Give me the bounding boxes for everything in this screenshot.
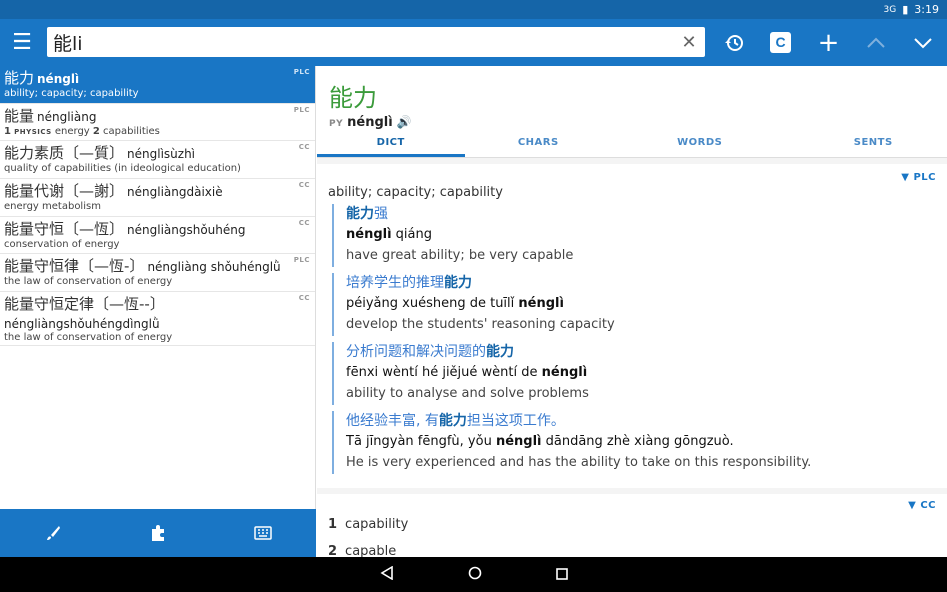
- example: 他经验丰富, 有能力担当这项工作。 Tā jīngyàn fēngfù, yǒu…: [332, 411, 936, 474]
- cc-definition: 2 capable: [328, 544, 397, 557]
- example-pinyin: fēnxi wèntí hé jiějué wèntí de nénglì: [346, 365, 588, 380]
- list-item-hanzi: 能量守恒定律: [4, 295, 95, 314]
- list-item-hanzi: 能量守恒: [4, 219, 65, 238]
- speaker-icon[interactable]: 🔊: [397, 115, 412, 129]
- add-icon[interactable]: +: [805, 19, 852, 66]
- list-item[interactable]: CC 能量代谢〔—謝〕 néngliàngdàixiè energy metabo…: [0, 179, 315, 217]
- list-item-pinyin: nénglìsùzhì: [127, 147, 196, 162]
- example-pinyin: péiyǎng xuésheng de tuīlǐ nénglì: [346, 296, 564, 311]
- list-item-pinyin: néngliàngdàixiè: [127, 185, 223, 200]
- example-chinese[interactable]: 他经验丰富, 有能力担当这项工作。: [346, 411, 936, 431]
- list-item-definition: the law of conservation of energy: [4, 332, 173, 344]
- input-mode-bar: [0, 509, 316, 557]
- list-item-definition: conservation of energy: [4, 238, 120, 250]
- list-item[interactable]: PLC 能力 nénglì ability; capacity; capabili…: [0, 66, 315, 104]
- list-item-definition: energy metabolism: [4, 201, 101, 213]
- source-badge: CC: [298, 143, 310, 152]
- list-item-traditional: 〔—恆-〕: [79, 257, 145, 276]
- pinyin-text: nénglì: [347, 115, 393, 130]
- list-item[interactable]: PLC 能量守恒律〔—恆-〕 néngliàng shǒuhénglǜ the l…: [0, 254, 315, 293]
- signal-icon: 3G: [883, 4, 897, 15]
- plc-section: ▼ PLC ability; capacity; capability 能力强 …: [317, 164, 947, 488]
- list-item-definition: 1 PHYSICS energy 2 capabilities: [4, 125, 160, 137]
- list-item[interactable]: CC 能力素质〔—質〕 nénglìsùzhì quality of capabi…: [0, 141, 315, 180]
- example: 能力强 nénglì qiáng have great ability; be …: [332, 204, 936, 267]
- keyboard-icon[interactable]: [211, 509, 316, 557]
- cc-section: ▼ CC 1 capability 2 capable: [317, 494, 947, 557]
- list-item-hanzi: 能力: [4, 69, 35, 87]
- back-icon[interactable]: [379, 565, 394, 584]
- list-item-pinyin: néngliàngshǒuhéngdìnglǜ: [4, 317, 160, 332]
- list-item-pinyin: néngliàngshǒuhéng: [127, 222, 246, 237]
- entry-tabs: DICT CHARS WORDS SENTS: [317, 132, 947, 158]
- plc-definition: ability; capacity; capability: [328, 185, 503, 200]
- list-item-definition: ability; capacity; capability: [4, 88, 139, 99]
- pinyin-label: PY: [329, 119, 344, 129]
- example-chinese[interactable]: 分析问题和解决问题的能力: [346, 342, 936, 362]
- cc-source-toggle[interactable]: ▼ CC: [328, 500, 936, 511]
- list-item-pinyin: nénglì: [37, 72, 80, 86]
- list-item-pinyin: néngliàng shǒuhénglǜ: [147, 260, 281, 275]
- source-badge: PLC: [293, 68, 310, 76]
- example-pinyin: nénglì qiáng: [346, 227, 433, 242]
- clear-icon[interactable]: ✕: [679, 32, 699, 53]
- headword-pinyin: PY nénglì 🔊: [329, 115, 935, 130]
- clock: 3:19: [914, 3, 939, 16]
- chevron-down-icon[interactable]: [899, 19, 946, 66]
- chevron-up-icon[interactable]: [852, 19, 899, 66]
- menu-icon[interactable]: ☰: [0, 19, 44, 66]
- tab-words[interactable]: WORDS: [612, 132, 787, 157]
- example-english: ability to analyse and solve problems: [346, 386, 589, 401]
- app-toolbar: ☰ ✕ C +: [0, 19, 947, 66]
- list-item-definition: the law of conservation of energy: [4, 276, 173, 288]
- recents-icon[interactable]: [555, 565, 568, 584]
- plc-source-toggle[interactable]: ▼ PLC: [328, 172, 936, 183]
- example-english: have great ability; be very capable: [346, 248, 574, 263]
- headword: 能力: [329, 84, 377, 112]
- list-item[interactable]: CC 能量守恒〔—恆〕 néngliàngshǒuhéng conservatio…: [0, 217, 315, 255]
- example: 分析问题和解决问题的能力 fēnxi wèntí hé jiějué wèntí…: [332, 342, 936, 405]
- search-input[interactable]: [53, 31, 679, 53]
- history-icon[interactable]: [710, 19, 757, 66]
- list-item-hanzi: 能量守恒律: [4, 257, 80, 276]
- battery-icon: ▮: [902, 3, 909, 16]
- source-badge: CC: [298, 294, 310, 303]
- entry-header: 能力 PY nénglì 🔊: [317, 66, 947, 142]
- example-chinese[interactable]: 能力强: [346, 204, 936, 224]
- entry-panel: 能力 PY nénglì 🔊 DICT CHARS WORDS SENTS ▼ P…: [317, 66, 947, 557]
- example-chinese[interactable]: 培养学生的推理能力: [346, 273, 936, 293]
- cc-definition: 1 capability: [328, 517, 409, 532]
- list-item-traditional: 〔—質〕: [64, 144, 125, 163]
- dict-content: ▼ PLC ability; capacity; capability 能力强 …: [317, 158, 947, 557]
- list-item-traditional: 〔—謝〕: [64, 182, 125, 201]
- list-item-hanzi: 能力素质: [4, 144, 65, 163]
- example-english: He is very experienced and has the abili…: [346, 455, 812, 470]
- example-english: develop the students' reasoning capacity: [346, 317, 615, 332]
- example: 培养学生的推理能力 péiyǎng xuésheng de tuīlǐ néng…: [332, 273, 936, 336]
- source-badge: CC: [298, 181, 310, 190]
- tab-sents[interactable]: SENTS: [799, 132, 947, 157]
- tab-chars[interactable]: CHARS: [465, 132, 613, 157]
- source-badge: PLC: [293, 256, 310, 265]
- example-pinyin: Tā jīngyàn fēngfù, yǒu nénglì dāndāng zh…: [346, 434, 734, 449]
- tab-dict[interactable]: DICT: [317, 132, 465, 157]
- list-item[interactable]: PLC 能量 néngliàng 1 PHYSICS energy 2 capab…: [0, 104, 315, 142]
- source-badge: PLC: [293, 105, 310, 114]
- home-icon[interactable]: [468, 565, 482, 584]
- list-item-hanzi: 能量代谢: [4, 182, 65, 201]
- results-list: PLC 能力 nénglì ability; capacity; capabili…: [0, 66, 316, 509]
- list-item-definition: quality of capabilities (in ideological …: [4, 163, 241, 175]
- list-item-hanzi: 能量: [4, 106, 35, 125]
- source-badge: CC: [298, 218, 310, 227]
- search-box: ✕: [47, 27, 705, 57]
- list-item-pinyin: néngliàng: [37, 109, 97, 124]
- addon-icon[interactable]: [105, 509, 210, 557]
- status-bar: 3G ▮ 3:19: [0, 0, 947, 19]
- list-item-traditional: 〔—恆--〕: [94, 295, 165, 314]
- list-item-traditional: 〔—恆〕: [64, 219, 125, 238]
- clipboard-reader-button[interactable]: C: [757, 19, 804, 66]
- list-item[interactable]: CC 能量守恒定律〔—恆--〕 néngliàngshǒuhéngdìnglǜ …: [0, 292, 315, 347]
- handwriting-icon[interactable]: [0, 509, 105, 557]
- system-nav-bar: [0, 557, 947, 592]
